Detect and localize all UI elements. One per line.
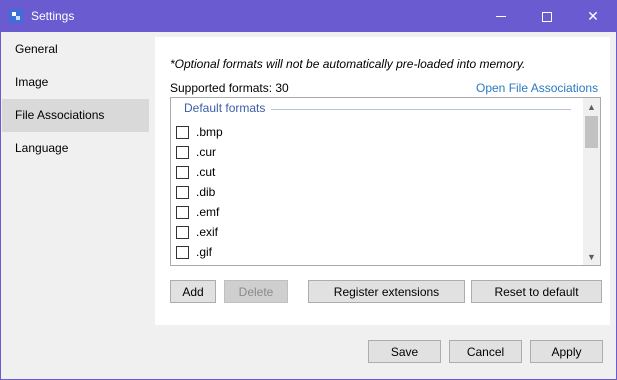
minimize-icon	[496, 16, 506, 17]
format-item-cur[interactable]: .cur	[176, 142, 223, 162]
format-item-emf[interactable]: .emf	[176, 202, 223, 222]
scroll-up-arrow-icon[interactable]: ▲	[583, 98, 600, 115]
format-checkbox[interactable]	[176, 205, 189, 219]
format-checkbox[interactable]	[176, 165, 189, 179]
format-item-exif[interactable]: .exif	[176, 222, 223, 242]
format-label: .bmp	[196, 125, 223, 139]
format-checkbox[interactable]	[176, 125, 189, 139]
apply-button[interactable]: Apply	[530, 340, 603, 363]
format-label: .emf	[196, 205, 220, 219]
format-label: .dib	[196, 185, 216, 199]
format-items: .bmp .cur .cut .dib .emf .exif .gif	[176, 122, 223, 262]
minimize-button[interactable]	[478, 1, 524, 32]
register-extensions-button[interactable]: Register extensions	[308, 280, 465, 303]
format-item-bmp[interactable]: .bmp	[176, 122, 223, 142]
group-header-default-formats: Default formats	[184, 101, 266, 115]
format-item-gif[interactable]: .gif	[176, 242, 223, 262]
format-label: .gif	[196, 245, 213, 259]
maximize-icon	[542, 11, 552, 22]
sidebar-item-general[interactable]: General	[2, 33, 149, 66]
app-icon	[9, 9, 23, 23]
format-checkbox[interactable]	[176, 185, 189, 199]
sidebar-item-file-associations[interactable]: File Associations	[2, 99, 149, 132]
optional-formats-note: *Optional formats will not be automatica…	[170, 57, 526, 71]
format-label: .exif	[196, 225, 219, 239]
list-scrollbar[interactable]: ▲ ▼	[583, 98, 600, 265]
group-divider	[271, 109, 571, 110]
save-button[interactable]: Save	[368, 340, 441, 363]
close-button[interactable]: ✕	[570, 1, 616, 32]
supported-formats-count: Supported formats: 30	[170, 81, 289, 95]
format-label: .cut	[196, 165, 216, 179]
settings-sidebar: General Image File Associations Language	[2, 33, 149, 333]
formats-list[interactable]: Default formats .bmp .cur .cut .dib .emf…	[170, 97, 601, 266]
format-checkbox[interactable]	[176, 225, 189, 239]
window-title: Settings	[31, 9, 75, 23]
open-file-associations-link[interactable]: Open File Associations	[476, 81, 598, 95]
title-bar[interactable]: Settings ✕	[1, 1, 616, 32]
cancel-button[interactable]: Cancel	[449, 340, 522, 363]
format-item-cut[interactable]: .cut	[176, 162, 223, 182]
reset-to-default-button[interactable]: Reset to default	[471, 280, 602, 303]
sidebar-item-image[interactable]: Image	[2, 66, 149, 99]
format-checkbox[interactable]	[176, 245, 189, 259]
sidebar-item-language[interactable]: Language	[2, 132, 149, 165]
delete-button[interactable]: Delete	[224, 280, 288, 303]
close-icon: ✕	[587, 8, 599, 24]
scroll-down-arrow-icon[interactable]: ▼	[583, 248, 600, 265]
add-button[interactable]: Add	[170, 280, 216, 303]
format-label: .cur	[196, 145, 217, 159]
format-checkbox[interactable]	[176, 145, 189, 159]
format-item-dib[interactable]: .dib	[176, 182, 223, 202]
maximize-button[interactable]	[524, 1, 570, 32]
scroll-thumb[interactable]	[585, 116, 598, 148]
